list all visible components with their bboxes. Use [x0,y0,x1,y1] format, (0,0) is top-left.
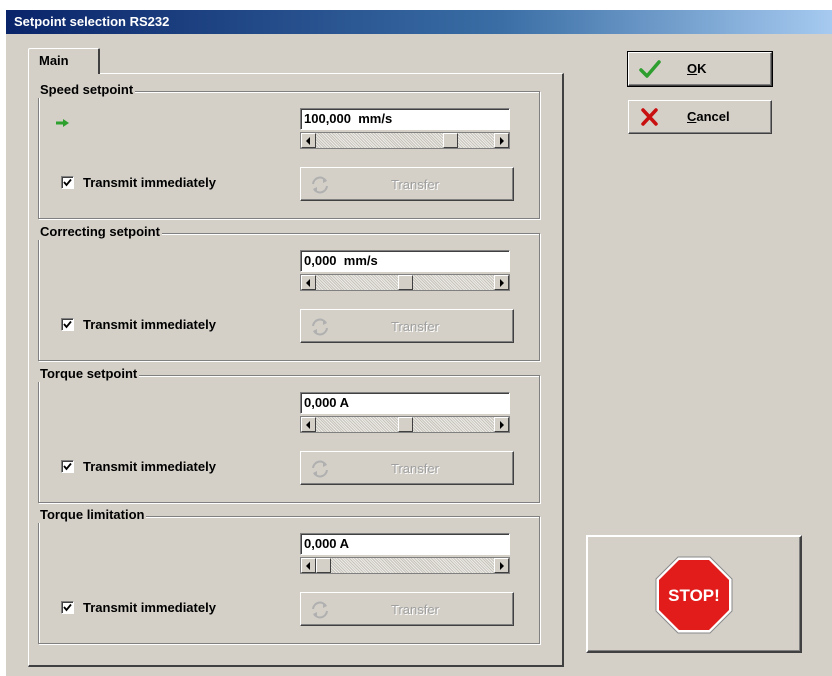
scroll-left-button[interactable] [301,133,316,148]
stop-label: STOP! [668,586,720,605]
refresh-icon [312,318,328,336]
transfer-label: Transfer [391,319,439,334]
stop-sign-icon: STOP! [655,556,733,634]
refresh-icon [312,176,328,194]
group-title: Correcting setpoint [38,224,162,240]
group-title: Torque setpoint [38,366,140,382]
green-check-icon [639,60,661,78]
stop-button[interactable]: STOP! [586,535,802,653]
transmit-immediately-row: Transmit immediately [61,174,216,190]
torque-value-field[interactable]: 0,000 A [300,392,510,414]
transmit-immediately-label: Transmit immediately [83,316,216,332]
group-speed-setpoint: Speed setpoint 100,000 mm/s Transmit imm… [38,82,540,219]
speed-slider[interactable] [300,132,510,149]
ok-button[interactable]: OK [627,51,773,87]
cancel-label: Cancel [687,109,730,124]
group-title: Speed setpoint [38,82,136,98]
scroll-right-button[interactable] [494,275,509,290]
transmit-immediately-label: Transmit immediately [83,599,216,615]
transfer-button[interactable]: Transfer [300,451,514,485]
refresh-icon [312,460,328,478]
group-title: Torque limitation [38,507,147,523]
group-torque-setpoint: Torque setpoint 0,000 A Transmit immedia… [38,366,540,503]
transmit-immediately-row: Transmit immediately [61,458,216,474]
slider-thumb[interactable] [316,558,331,573]
scroll-left-button[interactable] [301,417,316,432]
correcting-value-field[interactable]: 0,000 mm/s [300,250,510,272]
torque-slider[interactable] [300,416,510,433]
cancel-button[interactable]: Cancel [628,100,772,134]
scroll-right-button[interactable] [494,133,509,148]
transmit-immediately-row: Transmit immediately [61,316,216,332]
transmit-immediately-label: Transmit immediately [83,458,216,474]
transmit-immediately-checkbox[interactable] [61,459,74,473]
transfer-label: Transfer [391,177,439,192]
correcting-slider[interactable] [300,274,510,291]
window-title: Setpoint selection RS232 [6,10,832,34]
scroll-left-button[interactable] [301,558,316,573]
refresh-icon [312,601,328,619]
scroll-right-button[interactable] [494,558,509,573]
transmit-immediately-row: Transmit immediately [61,599,216,615]
transfer-button[interactable]: Transfer [300,592,514,626]
group-correcting-setpoint: Correcting setpoint 0,000 mm/s Transmit … [38,224,540,361]
transmit-immediately-checkbox[interactable] [61,175,74,189]
transfer-button[interactable]: Transfer [300,309,514,343]
torque-limit-value-field[interactable]: 0,000 A [300,533,510,555]
red-x-icon [641,108,658,126]
transfer-button[interactable]: Transfer [300,167,514,201]
group-torque-limitation: Torque limitation 0,000 A Transmit immed… [38,507,540,644]
slider-thumb[interactable] [397,417,413,432]
slider-thumb[interactable] [397,275,413,290]
scroll-right-button[interactable] [494,417,509,432]
transmit-immediately-checkbox[interactable] [61,317,74,331]
green-arrow-icon [56,119,69,127]
transmit-immediately-label: Transmit immediately [83,174,216,190]
transfer-label: Transfer [391,461,439,476]
transmit-immediately-checkbox[interactable] [61,600,74,614]
speed-value-field[interactable]: 100,000 mm/s [300,108,510,130]
scroll-left-button[interactable] [301,275,316,290]
tab-main[interactable]: Main [28,48,100,74]
slider-thumb[interactable] [443,133,459,148]
ok-label: OK [687,61,707,76]
transfer-label: Transfer [391,602,439,617]
torque-limit-slider[interactable] [300,557,510,574]
